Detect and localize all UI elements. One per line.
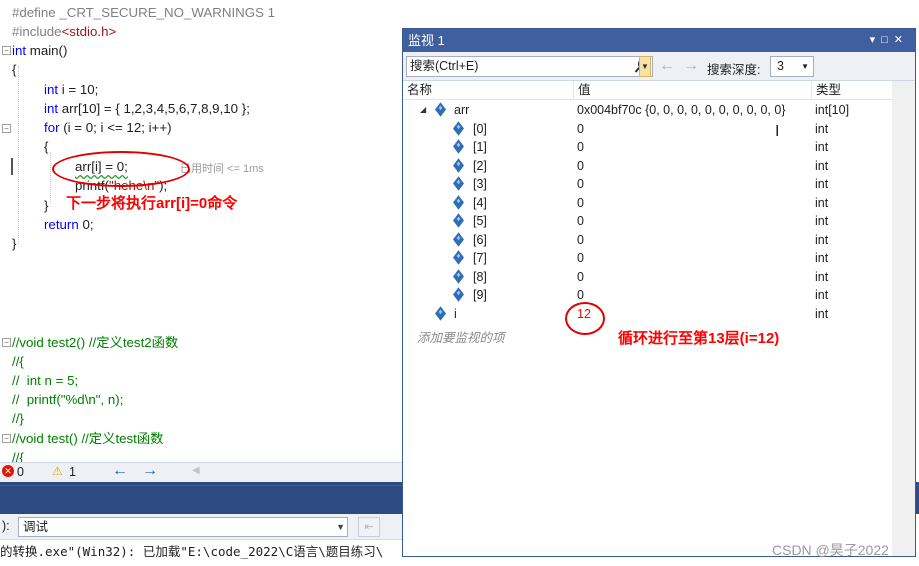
watch-row-element[interactable]: [7] 0 int bbox=[403, 249, 892, 268]
watch-row-element[interactable]: [2] 0 int bbox=[403, 157, 892, 176]
error-status-bar: ✕ 0 ⚠ 1 ← → ◀ bbox=[0, 462, 405, 482]
warning-count: 1 bbox=[69, 465, 76, 479]
search-placeholder: 搜索(Ctrl+E) bbox=[410, 59, 479, 73]
vertical-scrollbar[interactable] bbox=[892, 81, 915, 556]
code-line-include: #include<stdio.h> bbox=[12, 24, 117, 39]
column-header-value[interactable]: 值 bbox=[573, 81, 811, 100]
error-count: 0 bbox=[17, 465, 24, 479]
variable-icon bbox=[453, 139, 464, 154]
search-next-icon[interactable]: → bbox=[683, 57, 699, 75]
expand-triangle-icon[interactable]: ◢ bbox=[420, 101, 426, 120]
code-line-main: int main() bbox=[12, 43, 68, 58]
watermark: CSDN @昊子2022 bbox=[772, 542, 889, 558]
watch-row-element[interactable]: [1] 0 int bbox=[403, 138, 892, 157]
annotation-loop: 循环进行至第13层(i=12) bbox=[618, 330, 780, 347]
variable-icon bbox=[435, 102, 446, 117]
code-line-comment: //{ bbox=[12, 354, 24, 369]
code-line-comment-test2: //void test2() //定义test2函数 bbox=[12, 335, 179, 350]
variable-icon bbox=[435, 305, 446, 321]
code-line-comment: //} bbox=[12, 411, 24, 426]
watch-row-element[interactable]: [8] 0 int bbox=[403, 268, 892, 287]
search-depth-select[interactable]: 3 ▼ bbox=[770, 56, 814, 77]
watch-row-element[interactable]: [6] 0 int bbox=[403, 231, 892, 250]
code-line-for-brace: { bbox=[44, 139, 49, 154]
code-line-open-brace: { bbox=[12, 62, 17, 77]
fold-toggle-test[interactable]: − bbox=[2, 434, 11, 443]
watch-window[interactable]: 监视 1 ▾□✕ 搜索(Ctrl+E) ▼ ← → 搜索深度: 3 ▼ 名称 值 … bbox=[402, 28, 916, 557]
current-line-marker bbox=[11, 158, 13, 175]
watch-row-element[interactable]: [3] 0 int bbox=[403, 175, 892, 194]
variable-icon bbox=[453, 176, 464, 191]
variable-icon bbox=[453, 231, 464, 247]
code-line-comment-test: //void test() //定义test函数 bbox=[12, 431, 164, 446]
code-line-int-i: int i = 10; bbox=[44, 82, 99, 97]
watch-title: 监视 1 bbox=[408, 33, 445, 48]
close-icon[interactable]: ✕ bbox=[894, 34, 909, 46]
code-line-comment: //{ bbox=[12, 450, 24, 462]
annotation-next-step: 下一步将执行arr[i]=0命令 bbox=[66, 195, 238, 212]
add-watch-item[interactable]: 添加要监视的项 bbox=[417, 327, 505, 346]
window-menu-icon[interactable]: ▾ bbox=[870, 34, 882, 46]
watch-row-element[interactable]: [4] 0 int bbox=[403, 194, 892, 213]
column-header-type[interactable]: 类型 bbox=[811, 81, 892, 100]
search-depth-label: 搜索深度: bbox=[707, 63, 761, 77]
variable-icon bbox=[453, 194, 464, 210]
output-source-label: ): bbox=[2, 519, 10, 533]
watch-row-arr[interactable]: ◢ arr 0x004bf70c {0, 0, 0, 0, 0, 0, 0, 0,… bbox=[403, 101, 892, 120]
error-icon[interactable]: ✕ bbox=[2, 465, 14, 477]
search-previous-icon[interactable]: ← bbox=[659, 57, 675, 75]
variable-icon bbox=[453, 213, 464, 228]
highlight-circle-i-value bbox=[565, 302, 605, 335]
code-line-int-arr: int arr[10] = { 1,2,3,4,5,6,7,8,9,10 }; bbox=[44, 101, 250, 116]
variable-icon bbox=[453, 120, 464, 136]
scroll-left-icon[interactable]: ◀ bbox=[192, 465, 200, 476]
text-cursor-icon: I bbox=[775, 123, 780, 140]
arrow-left-icon[interactable]: ← bbox=[112, 462, 128, 480]
row-name: arr bbox=[454, 103, 470, 117]
watch-row-element[interactable]: [5] 0 int bbox=[403, 212, 892, 231]
row-value-changed[interactable]: 12 bbox=[573, 305, 811, 324]
watch-row-element[interactable]: [0] 0 int bbox=[403, 120, 892, 139]
warning-icon[interactable]: ⚠ bbox=[52, 464, 63, 478]
code-line-for-close: } bbox=[44, 198, 49, 213]
row-value[interactable]: 0x004bf70c {0, 0, 0, 0, 0, 0, 0, 0, 0, 0… bbox=[573, 101, 811, 120]
code-line-comment: // printf("%d\n", n); bbox=[12, 392, 124, 407]
row-type: int[10] bbox=[815, 103, 850, 117]
variable-icon bbox=[453, 268, 464, 284]
fold-toggle-main[interactable]: − bbox=[2, 46, 11, 55]
chevron-down-icon: ▼ bbox=[336, 522, 345, 532]
output-source-select[interactable]: 调试 ▼ bbox=[18, 517, 348, 537]
watch-row-i[interactable]: i 12 int bbox=[403, 305, 892, 324]
code-line-for: for (i = 0; i <= 12; i++) bbox=[44, 120, 172, 135]
code-line-return: return 0; bbox=[44, 217, 94, 232]
watch-title-bar[interactable]: 监视 1 ▾□✕ bbox=[403, 29, 915, 52]
column-header-name[interactable]: 名称 bbox=[403, 81, 573, 100]
search-input[interactable]: 搜索(Ctrl+E) bbox=[406, 56, 653, 77]
highlight-circle-assign bbox=[52, 151, 190, 187]
chevron-down-icon: ▼ bbox=[801, 62, 809, 71]
watch-toolbar: 搜索(Ctrl+E) ▼ ← → 搜索深度: 3 ▼ bbox=[403, 52, 915, 81]
variable-icon bbox=[453, 287, 464, 302]
code-line-comment: // int n = 5; bbox=[12, 373, 79, 388]
arrow-right-icon[interactable]: → bbox=[142, 462, 158, 480]
fold-toggle-test2[interactable]: − bbox=[2, 338, 11, 347]
code-line-define: #define _CRT_SECURE_NO_WARNINGS 1 bbox=[12, 5, 276, 20]
variable-icon bbox=[453, 250, 464, 265]
output-text: 的转换.exe"(Win32): 已加载"E:\code_2022\C语言\题目… bbox=[0, 544, 384, 559]
code-editor[interactable]: #define _CRT_SECURE_NO_WARNINGS 1 #inclu… bbox=[0, 0, 405, 462]
execution-time-hint: 已用时间 <= 1ms bbox=[180, 163, 264, 175]
maximize-icon[interactable]: □ bbox=[881, 34, 894, 46]
search-options-dropdown[interactable]: ▼ bbox=[639, 56, 651, 77]
code-line-close-brace: } bbox=[12, 236, 17, 251]
watch-row-element[interactable]: [9] 0 int bbox=[403, 286, 892, 305]
variable-icon bbox=[453, 157, 464, 173]
fold-toggle-for[interactable]: − bbox=[2, 124, 11, 133]
output-toolbar: ): 调试 ▼ ⇤ bbox=[0, 514, 405, 540]
clear-output-icon[interactable]: ⇤ bbox=[358, 517, 380, 537]
